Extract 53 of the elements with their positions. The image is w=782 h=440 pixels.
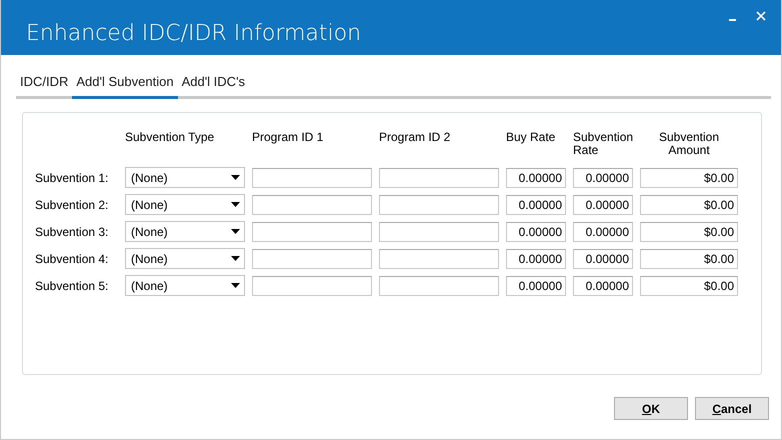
subvention-rate-field[interactable]: 0.00000: [573, 276, 633, 296]
column-header: Subvention Rate: [573, 131, 633, 157]
tab[interactable]: IDC/IDR: [16, 72, 72, 99]
program-id-field[interactable]: [252, 276, 372, 296]
program-id-field[interactable]: [252, 194, 372, 214]
subvention-amount-field[interactable]: $0.00: [640, 222, 738, 242]
row-label: Subvention 2:: [35, 198, 110, 212]
subvention-rate-field[interactable]: 0.00000: [573, 168, 633, 188]
subvention-rate-field[interactable]: 0.00000: [573, 248, 633, 268]
program-id-field[interactable]: [379, 276, 499, 296]
subvention-rate-field[interactable]: 0.00000: [573, 194, 633, 214]
subvention-type-dropdown[interactable]: (None): [125, 248, 245, 269]
row-label: Subvention 3:: [35, 224, 110, 238]
buy-rate-field[interactable]: 0.00000: [506, 168, 566, 188]
row-label: Subvention 4:: [35, 252, 110, 266]
subvention-type-dropdown[interactable]: (None): [125, 194, 245, 215]
column-header: Program ID 2: [379, 131, 452, 144]
cancel-button[interactable]: Cancel: [695, 397, 769, 420]
close-icon[interactable]: [755, 10, 767, 22]
program-id-field[interactable]: [252, 168, 372, 188]
program-id-field[interactable]: [379, 168, 499, 188]
buy-rate-field[interactable]: 0.00000: [506, 248, 566, 268]
window-title: Enhanced IDC/IDR Information: [26, 21, 362, 46]
program-id-field[interactable]: [252, 222, 372, 242]
subvention-type-dropdown[interactable]: (None): [125, 167, 245, 188]
column-header: Subvention Type: [125, 131, 216, 144]
program-id-field[interactable]: [379, 194, 499, 214]
column-header: Program ID 1: [252, 131, 324, 144]
column-header: Buy Rate: [506, 131, 556, 144]
buy-rate-field[interactable]: 0.00000: [506, 222, 566, 242]
subvention-type-dropdown[interactable]: (None): [125, 275, 245, 296]
buy-rate-field[interactable]: 0.00000: [506, 194, 566, 214]
column-header: Subvention Amount: [658, 131, 720, 157]
subvention-amount-field[interactable]: $0.00: [640, 168, 738, 188]
program-id-field[interactable]: [379, 248, 499, 268]
subvention-amount-field[interactable]: $0.00: [640, 194, 738, 214]
dropdown-arrow-icon: [231, 283, 240, 288]
dropdown-arrow-icon: [231, 229, 240, 234]
dropdown-arrow-icon: [231, 175, 240, 180]
dropdown-arrow-icon: [231, 256, 240, 261]
buy-rate-field[interactable]: 0.00000: [506, 276, 566, 296]
tab[interactable]: Add'l IDC's: [178, 72, 250, 99]
subvention-amount-field[interactable]: $0.00: [640, 276, 738, 296]
ok-button[interactable]: OK: [614, 397, 688, 420]
subvention-type-dropdown[interactable]: (None): [125, 221, 245, 242]
subvention-rate-field[interactable]: 0.00000: [573, 222, 633, 242]
row-label: Subvention 5:: [35, 278, 110, 292]
tab[interactable]: Add'l Subvention: [72, 72, 178, 99]
row-label: Subvention 1:: [35, 170, 110, 184]
program-id-field[interactable]: [379, 222, 499, 242]
program-id-field[interactable]: [252, 248, 372, 268]
subvention-amount-field[interactable]: $0.00: [640, 248, 738, 268]
dropdown-arrow-icon: [231, 202, 240, 207]
